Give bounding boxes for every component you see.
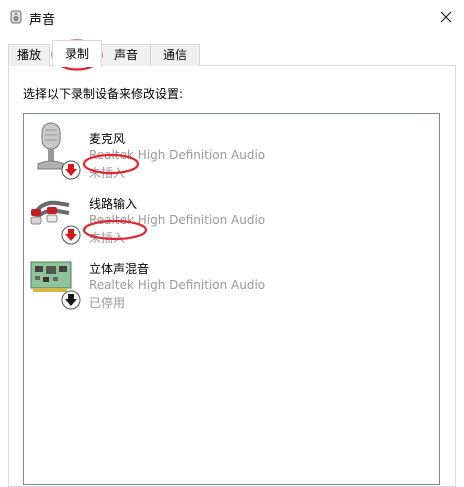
device-item-stereo-mix[interactable]: 立体声混音 Realtek High Definition Audio 已停用 [24,250,439,312]
tab-communications[interactable]: 通信 [150,44,200,66]
red-arrow-badge-icon [61,225,81,245]
device-name: 立体声混音 [89,262,150,276]
device-description: Realtek High Definition Audio [89,278,266,292]
recording-device-list[interactable]: 麦克风 Realtek High Definition Audio 未插入 线路… [23,113,440,485]
device-item-line-in[interactable]: 线路输入 Realtek High Definition Audio 未插入 [24,185,439,247]
instruction-text: 选择以下录制设备来修改设置: [23,87,184,101]
window-title: 声音 [29,13,56,28]
close-button[interactable] [430,2,462,32]
device-status: 未插入 [89,231,126,245]
tab-recording[interactable]: 录制 [52,40,102,67]
speaker-icon [10,10,22,24]
device-name: 麦克风 [89,132,126,146]
tab-strip: 播放 录制 声音 通信 [0,40,464,67]
device-item-microphone[interactable]: 麦克风 Realtek High Definition Audio 未插入 [24,120,439,182]
black-arrow-badge-icon [61,290,81,310]
tab-playback[interactable]: 播放 [8,44,50,66]
device-description: Realtek High Definition Audio [89,213,266,227]
close-icon [440,11,452,23]
device-description: Realtek High Definition Audio [89,148,266,162]
red-arrow-badge-icon [61,160,81,180]
tab-sounds[interactable]: 声音 [101,44,151,66]
device-name: 线路输入 [89,197,138,211]
title-bar: 声音 [0,0,464,34]
device-status: 已停用 [89,296,126,310]
device-status: 未插入 [89,166,126,180]
